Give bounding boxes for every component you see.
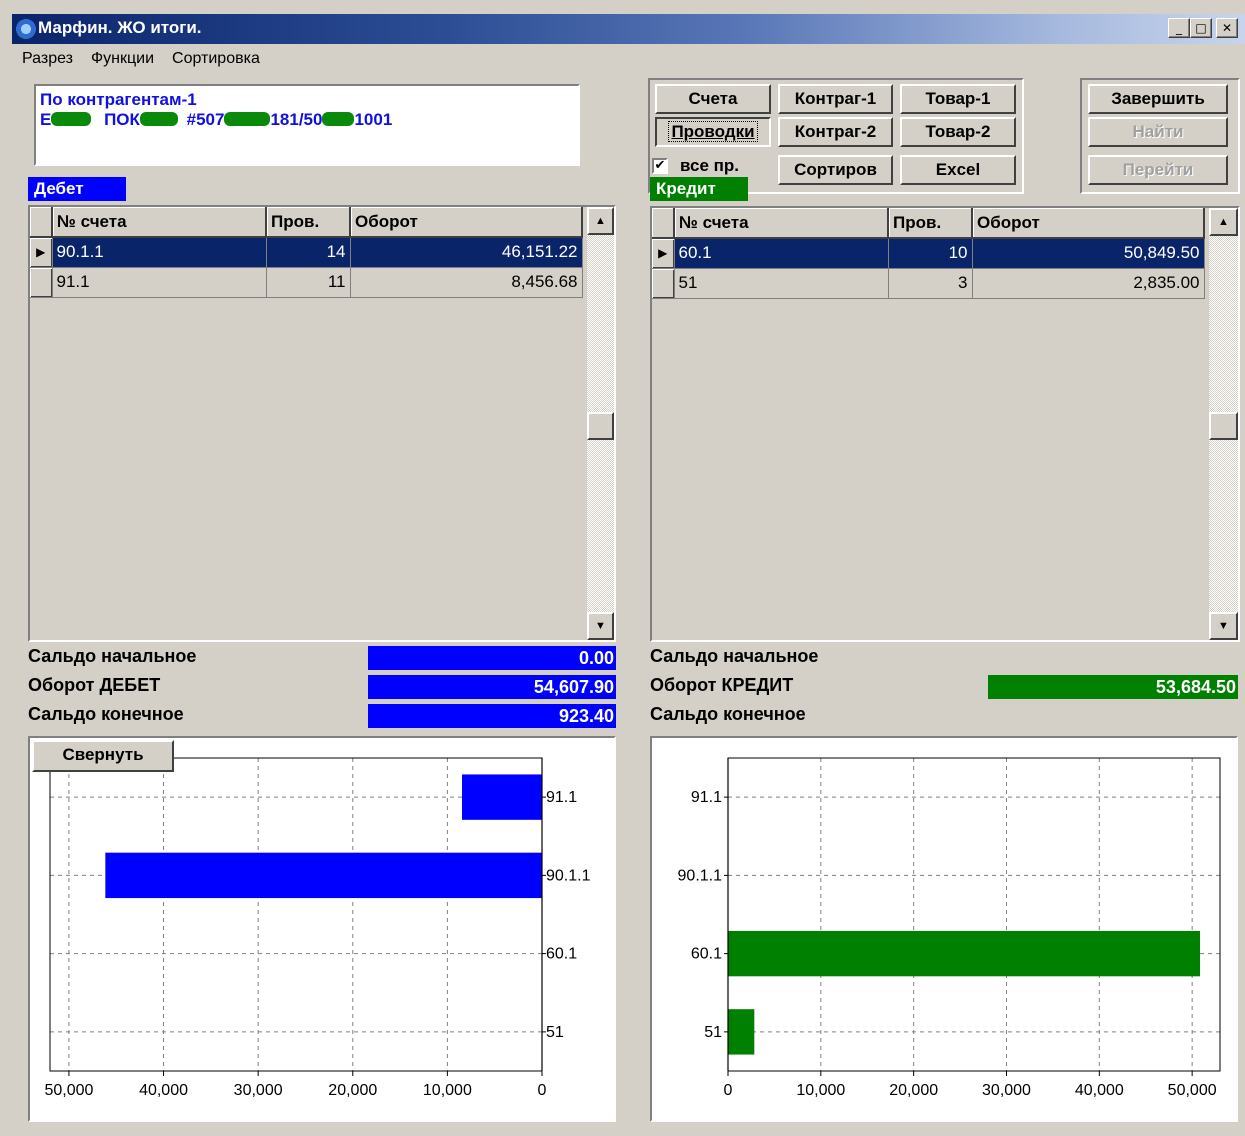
kontrag2-button[interactable]: Контраг-2 [778,117,893,147]
row-indicator-icon: ▶ [652,238,675,269]
debit-grid-header: № счета Пров. Оборот [30,207,583,238]
maximize-button[interactable]: □ [1190,18,1212,38]
value-tick-label: 30,000 [982,1082,1031,1099]
window-title: Марфин. ЖО итоги. [38,18,202,37]
category-label: 51 [546,1024,564,1041]
value-tick-label: 40,000 [1075,1082,1124,1099]
scroll-up-icon[interactable]: ▲ [1209,208,1238,236]
value-tick-label: 20,000 [328,1082,377,1099]
app-icon[interactable] [16,19,36,39]
credit-label: Кредит [650,177,748,201]
scroll-thumb[interactable] [1209,412,1238,440]
debit-label: Дебет [28,177,126,201]
excel-button[interactable]: Excel [900,155,1016,185]
category-label: 60.1 [691,946,722,963]
value-tick-label: 10,000 [796,1082,845,1099]
credit-opening-label: Сальдо начальное [650,646,819,666]
debit-col-count[interactable]: Пров. [266,207,351,238]
chart-bar [105,852,543,899]
value-tick-label: 20,000 [889,1082,938,1099]
table-row[interactable]: 51 3 2,835.00 [652,268,1205,299]
credit-scrollbar[interactable]: ▲ ▼ [1209,208,1238,640]
category-label: 51 [704,1024,722,1041]
table-row[interactable]: 91.1 11 8,456.68 [30,267,583,298]
debit-turnover-label: Оборот ДЕБЕТ [28,675,161,695]
credit-col-account[interactable]: № счета [674,208,889,239]
category-label: 90.1.1 [546,867,591,884]
debit-chart-panel: 91.1 90.1.1 60.1 51 50,000 40,000 30,000 20,000… [28,736,616,1122]
credit-col-turnover[interactable]: Оборот [972,208,1205,239]
chart-bar [461,774,542,820]
category-label: 91.1 [691,789,722,806]
sortirov-button[interactable]: Сортиров [778,155,893,185]
credit-grid-header: № счета Пров. Оборот [652,208,1205,239]
tovar2-button[interactable]: Товар-2 [900,117,1016,147]
value-tick-label: 40,000 [139,1082,188,1099]
category-label: 91.1 [546,789,577,806]
redaction-blot [51,112,92,126]
credit-col-count[interactable]: Пров. [888,208,973,239]
info-line-1: По контрагентам-1 [40,90,197,109]
debit-closing-label: Сальдо конечное [28,704,184,724]
table-row[interactable]: ▶ 90.1.1 14 46,151.22 [30,237,583,268]
menu-razrez[interactable]: Разрез [12,46,81,68]
all-checkbox-label: все пр. [680,156,740,175]
category-label: 60.1 [546,946,577,963]
menu-sortirovka[interactable]: Сортировка [162,46,268,68]
debit-chart: 91.1 90.1.1 60.1 51 50,000 40,000 30,000 20,000… [44,757,591,1099]
debit-col-turnover[interactable]: Оборот [350,207,583,238]
debit-opening-label: Сальдо начальное [28,646,197,666]
credit-grid[interactable]: № счета Пров. Оборот ▶ 60.1 10 50,849.50… [650,206,1240,642]
debit-closing-value: 923.40 [368,704,616,728]
tovar1-button[interactable]: Товар-1 [900,84,1016,114]
all-checkbox[interactable]: ✔ [652,158,668,174]
finish-button[interactable]: Завершить [1088,84,1228,114]
value-tick-label: 30,000 [234,1082,283,1099]
credit-chart: 91.1 90.1.1 60.1 51 0 10,000 20,000 30,000 40,00… [678,757,1221,1099]
scroll-up-icon[interactable]: ▲ [587,207,614,235]
table-row[interactable]: ▶ 60.1 10 50,849.50 [652,238,1205,269]
goto-button[interactable]: Перейти [1088,155,1228,185]
debit-turnover-value: 54,607.90 [368,675,616,699]
find-button[interactable]: Найти [1088,117,1228,147]
scroll-thumb[interactable] [587,412,614,440]
chart-bar [728,930,1201,977]
value-tick-label: 10,000 [423,1082,472,1099]
category-label: 90.1.1 [678,867,723,884]
redaction-blot [224,112,271,126]
minimize-button[interactable]: _ [1168,18,1190,38]
credit-closing-label: Сальдо конечное [650,704,806,724]
chart-bar [728,1009,755,1055]
close-button[interactable]: ✕ [1216,18,1238,38]
row-indicator-icon: ▶ [30,237,53,268]
plot-frame [727,757,1221,1072]
debit-col-account[interactable]: № счета [52,207,267,238]
scroll-down-icon[interactable]: ▼ [1209,612,1238,640]
scroll-down-icon[interactable]: ▼ [587,612,614,640]
debit-scrollbar[interactable]: ▲ ▼ [587,207,614,640]
provodki-button[interactable]: Проводки [655,117,771,147]
kontrag1-button[interactable]: Контраг-1 [778,84,893,114]
value-tick-label: 0 [724,1082,733,1099]
credit-turnover-value: 53,684.50 [988,675,1238,699]
menu-bar: Разрез Функции Сортировка [12,46,268,74]
value-tick-label: 0 [538,1082,547,1099]
redaction-blot [322,112,355,126]
credit-chart-panel: 91.1 90.1.1 60.1 51 0 10,000 20,000 30,000 40,00… [650,736,1238,1122]
info-line-2: Е ПОК #507 181/50 1001 [40,110,393,129]
collapse-button[interactable]: Свернуть [32,740,174,772]
selection-info-box: По контрагентам-1 Е ПОК #507 181/50 1001 [34,84,580,166]
redaction-blot [139,112,178,126]
value-tick-label: 50,000 [44,1082,93,1099]
debit-opening-value: 0.00 [368,646,616,670]
credit-turnover-label: Оборот КРЕДИТ [650,675,794,695]
debit-grid[interactable]: № счета Пров. Оборот ▶ 90.1.1 14 46,151.… [28,205,616,642]
value-tick-label: 50,000 [1168,1082,1217,1099]
menu-funkcii[interactable]: Функции [81,46,162,68]
scheta-button[interactable]: Счета [655,84,771,114]
